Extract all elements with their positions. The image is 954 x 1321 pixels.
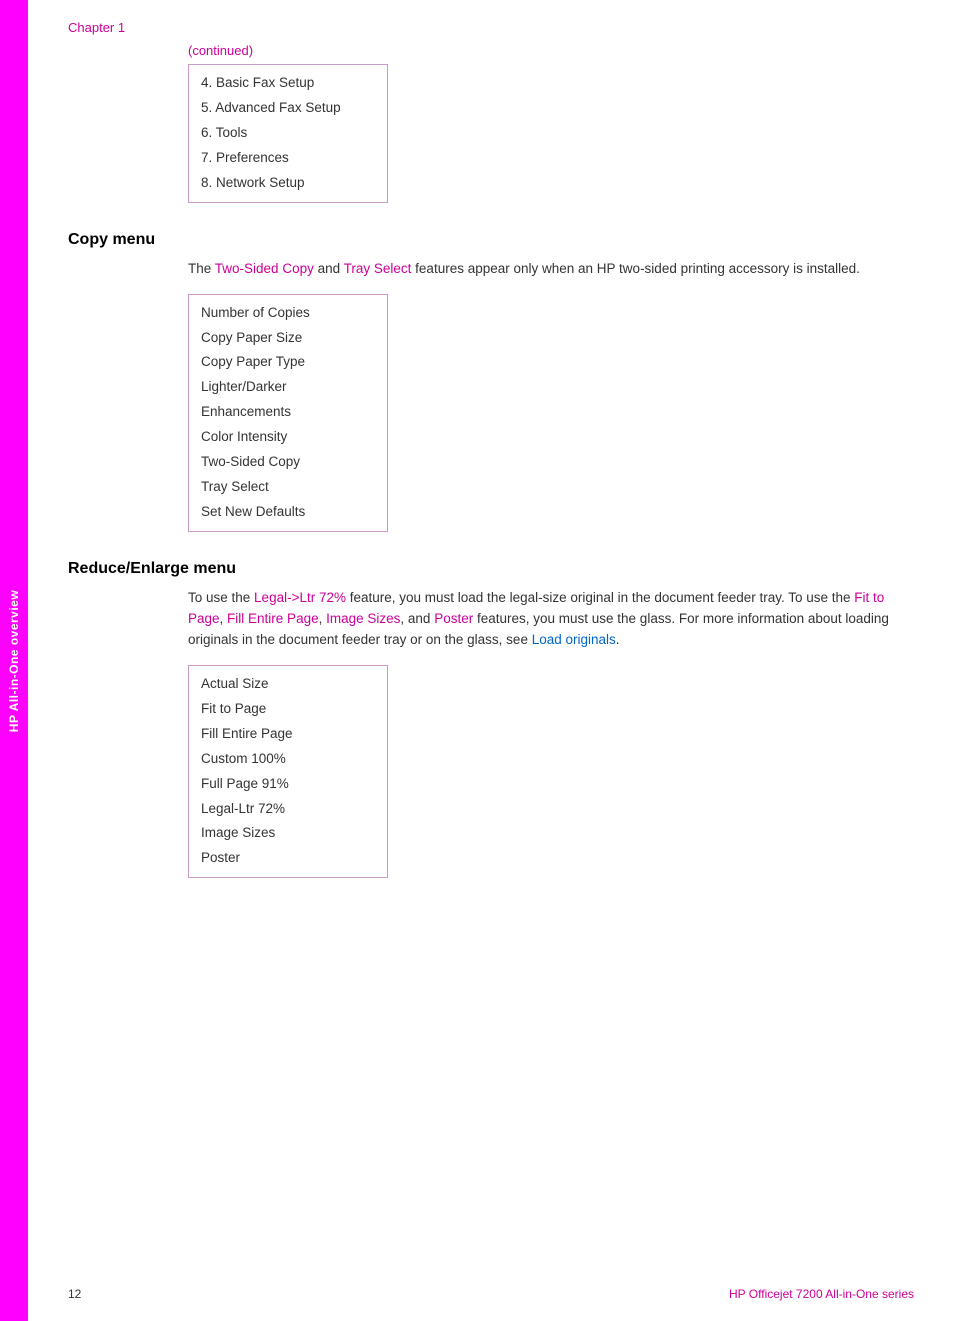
footer-product-name: HP Officejet 7200 All-in-One series: [729, 1287, 914, 1301]
copy-item-5: Enhancements: [201, 400, 375, 425]
copy-menu-title: Copy menu: [68, 231, 914, 249]
page-container: HP All-in-One overview Chapter 1 (contin…: [0, 0, 954, 1321]
footer-page-number: 12: [68, 1287, 81, 1301]
re-item-8: Poster: [201, 846, 375, 871]
re-desc-part-6: ,: [319, 611, 327, 626]
left-tab: HP All-in-One overview: [0, 0, 28, 1321]
chapter-label: Chapter 1: [68, 20, 125, 35]
setup-item-7: 7. Preferences: [201, 146, 375, 171]
legal-ltr-highlight: Legal->Ltr 72%: [254, 590, 346, 605]
copy-item-6: Color Intensity: [201, 425, 375, 450]
left-tab-label: HP All-in-One overview: [7, 589, 21, 731]
re-item-6: Legal-Ltr 72%: [201, 797, 375, 822]
copy-item-1: Number of Copies: [201, 301, 375, 326]
copy-desc-mid: and: [314, 261, 344, 276]
copy-menu-description: The Two-Sided Copy and Tray Select featu…: [188, 259, 914, 280]
reduce-enlarge-description: To use the Legal->Ltr 72% feature, you m…: [188, 588, 914, 651]
re-item-7: Image Sizes: [201, 821, 375, 846]
reduce-enlarge-menu-box: Actual Size Fit to Page Fill Entire Page…: [188, 665, 388, 879]
re-desc-part-4: ,: [220, 611, 228, 626]
setup-item-5: 5. Advanced Fax Setup: [201, 96, 375, 121]
re-item-1: Actual Size: [201, 672, 375, 697]
setup-item-4: 4. Basic Fax Setup: [201, 71, 375, 96]
load-originals-link[interactable]: Load originals: [532, 632, 616, 647]
fill-entire-page-highlight: Fill Entire Page: [227, 611, 319, 626]
re-desc-part-2: feature, you must load the legal-size or…: [346, 590, 854, 605]
re-item-2: Fit to Page: [201, 697, 375, 722]
reduce-enlarge-title: Reduce/Enlarge menu: [68, 560, 914, 578]
copy-desc-after: features appear only when an HP two-side…: [411, 261, 860, 276]
poster-highlight: Poster: [434, 611, 473, 626]
image-sizes-highlight: Image Sizes: [326, 611, 400, 626]
main-content: Chapter 1 (continued) 4. Basic Fax Setup…: [28, 0, 954, 1321]
copy-item-2: Copy Paper Size: [201, 326, 375, 351]
copy-item-3: Copy Paper Type: [201, 350, 375, 375]
re-desc-part-12: .: [616, 632, 620, 647]
copy-item-4: Lighter/Darker: [201, 375, 375, 400]
re-item-3: Fill Entire Page: [201, 722, 375, 747]
copy-menu-box: Number of Copies Copy Paper Size Copy Pa…: [188, 294, 388, 532]
copy-desc-before: The: [188, 261, 215, 276]
setup-menu-box: 4. Basic Fax Setup 5. Advanced Fax Setup…: [188, 64, 388, 203]
two-sided-copy-highlight: Two-Sided Copy: [215, 261, 314, 276]
copy-item-9: Set New Defaults: [201, 500, 375, 525]
copy-item-7: Two-Sided Copy: [201, 450, 375, 475]
tray-select-highlight: Tray Select: [344, 261, 412, 276]
page-footer: 12 HP Officejet 7200 All-in-One series: [68, 1287, 914, 1301]
setup-item-6: 6. Tools: [201, 121, 375, 146]
setup-item-8: 8. Network Setup: [201, 171, 375, 196]
page-header: Chapter 1: [68, 20, 914, 35]
re-item-4: Custom 100%: [201, 747, 375, 772]
re-desc-part-8: , and: [400, 611, 434, 626]
re-item-5: Full Page 91%: [201, 772, 375, 797]
copy-item-8: Tray Select: [201, 475, 375, 500]
re-desc-part-0: To use the: [188, 590, 254, 605]
continued-label: (continued): [188, 43, 914, 58]
